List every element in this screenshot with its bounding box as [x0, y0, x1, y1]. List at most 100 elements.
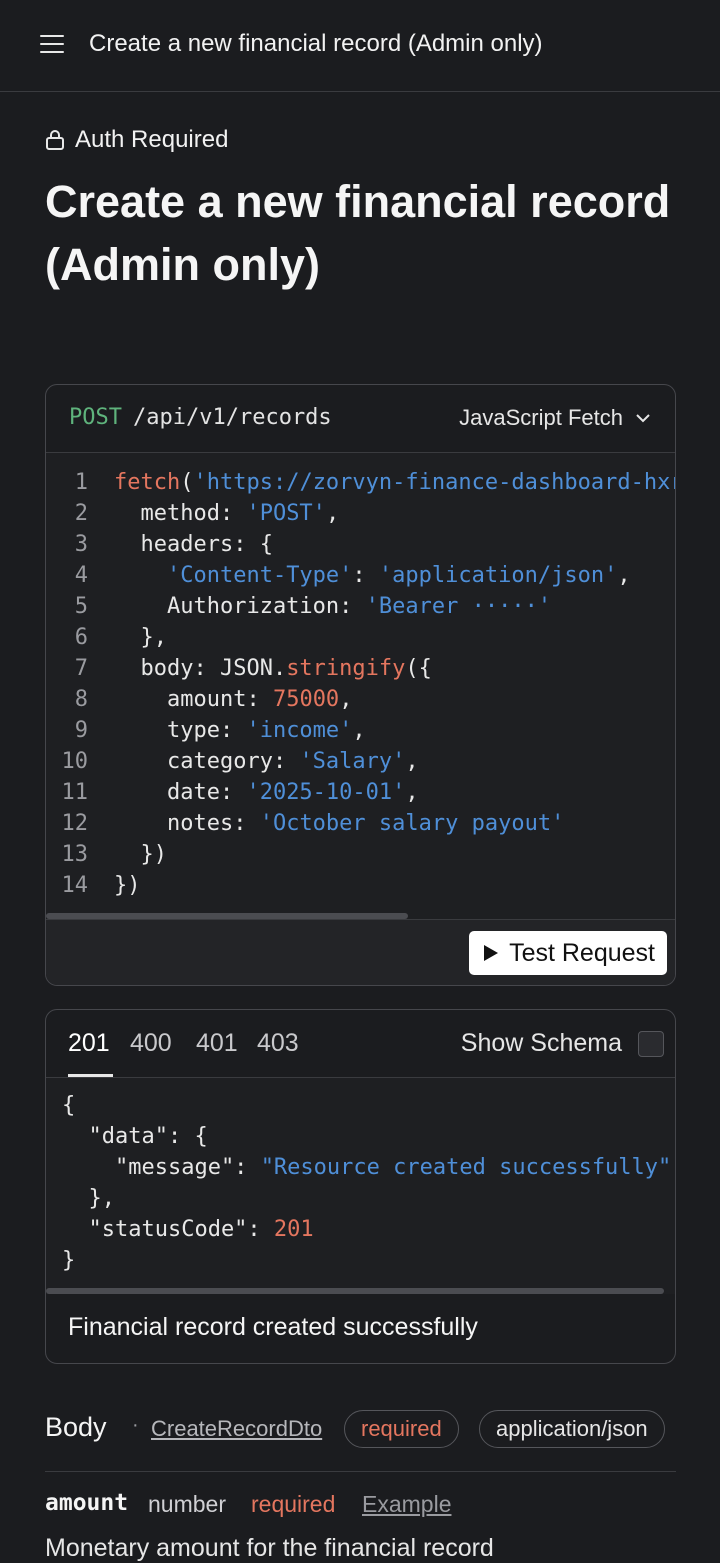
code-token: body: JSON. [114, 656, 287, 681]
code-token: , [405, 749, 419, 774]
json-token: } [62, 1248, 76, 1273]
body-section-title: Body [45, 1412, 107, 1442]
code-token: 'POST' [246, 501, 326, 526]
code-token: , [617, 563, 631, 588]
lock-icon [46, 130, 64, 150]
line-number: 1 [74, 470, 88, 495]
code-token: 'October salary payout' [259, 811, 565, 836]
code-token: }) [114, 842, 167, 867]
code-token: }, [114, 625, 167, 650]
required-badge: required [344, 1410, 459, 1448]
code-token: , [405, 780, 419, 805]
line-number: 3 [74, 532, 88, 557]
line-number: 10 [61, 749, 89, 774]
property-required: required [251, 1491, 336, 1517]
code-token: , [325, 501, 340, 526]
json-line: "data": { [62, 1121, 208, 1152]
auth-required-indicator: Auth Required [45, 126, 228, 154]
code-line: 11 date: '2025-10-01', [46, 777, 419, 808]
json-line: "statusCode": 201 [62, 1214, 314, 1245]
line-number: 14 [61, 873, 89, 898]
line-number: 9 [74, 718, 88, 743]
line-number: 4 [74, 563, 88, 588]
code-line: 13 }) [46, 839, 167, 870]
code-token: : [352, 563, 379, 588]
json-horizontal-scrollbar[interactable] [46, 1288, 664, 1294]
code-line: 6 }, [46, 622, 167, 653]
property-example-link[interactable]: Example [362, 1491, 451, 1518]
code-token: Authorization: [114, 594, 366, 619]
language-select[interactable]: JavaScript Fetch [459, 405, 651, 431]
tab-status-201[interactable]: 201 [68, 1029, 110, 1058]
code-line: 8 amount: 75000, [46, 684, 353, 715]
json-line: } [62, 1245, 75, 1276]
show-schema-label: Show Schema [460, 1029, 622, 1057]
play-icon [484, 945, 499, 961]
code-token: ( [180, 470, 194, 495]
code-token: method: [114, 501, 247, 526]
tab-status-403[interactable]: 403 [257, 1029, 299, 1058]
code-token: , [339, 687, 353, 712]
response-header: 201 400 401 403 Show Schema [46, 1010, 675, 1078]
json-token: "data": { [62, 1124, 208, 1149]
line-number: 2 [74, 501, 88, 526]
code-token: '2025-10-01' [246, 780, 406, 805]
line-number: 11 [61, 780, 89, 805]
property-type: number [148, 1491, 226, 1517]
code-token: 'Bearer ·····' [365, 594, 552, 619]
code-line: 12 notes: 'October salary payout' [46, 808, 565, 839]
active-tab-indicator [68, 1074, 113, 1077]
top-bar: Create a new financial record (Admin onl… [0, 0, 720, 92]
code-token: amount: [114, 687, 273, 712]
code-line: 4 'Content-Type': 'application/json', [46, 560, 631, 591]
tab-status-400[interactable]: 400 [130, 1029, 172, 1058]
code-token: }) [114, 873, 141, 898]
request-example-card: POST /api/v1/records JavaScript Fetch 14… [45, 384, 676, 986]
code-token: stringify [286, 656, 406, 681]
code-token: , [352, 718, 366, 743]
hamburger-menu-icon[interactable] [40, 35, 64, 55]
json-token: 201 [273, 1217, 314, 1242]
code-block: 14}) 13 }) 12 notes: 'October salary payou… [46, 453, 676, 919]
request-footer: Test Request [46, 919, 675, 985]
line-number: 7 [74, 656, 88, 681]
json-line: "message": "Resource created successfull… [62, 1152, 671, 1183]
code-token: headers: { [114, 532, 273, 557]
code-token: 'Salary' [299, 749, 406, 774]
test-request-button[interactable]: Test Request [469, 931, 667, 975]
json-token: }, [62, 1186, 115, 1211]
code-line: 5 Authorization: 'Bearer ·····' [46, 591, 551, 622]
language-select-value: JavaScript Fetch [459, 405, 623, 430]
top-bar-title: Create a new financial record (Admin onl… [89, 30, 543, 57]
show-schema-checkbox[interactable] [638, 1031, 664, 1057]
property-description: Monetary amount for the financial record [45, 1534, 494, 1562]
code-token: fetch [114, 470, 181, 495]
json-token: "Resource created successfully" [260, 1155, 672, 1180]
code-token: 'https://zorvyn-finance-dashboard-hxr [193, 470, 676, 495]
code-token: category: [114, 749, 300, 774]
code-line: 7 body: JSON.stringify({ [46, 653, 432, 684]
tab-status-401[interactable]: 401 [196, 1029, 238, 1058]
json-token: "message": [62, 1155, 261, 1180]
code-line: 14}) [46, 870, 141, 901]
response-json-block: } "statusCode": 201 }, "message": "Resou… [46, 1078, 675, 1294]
test-request-label: Test Request [509, 938, 655, 967]
code-token: 'application/json' [378, 563, 618, 588]
code-line: 2 method: 'POST', [46, 498, 339, 529]
response-example-card: 201 400 401 403 Show Schema } "statusCod… [45, 1009, 676, 1364]
code-line: 3 headers: { [46, 529, 273, 560]
code-line: 9 type: 'income', [46, 715, 366, 746]
http-method-badge: POST [69, 405, 122, 430]
section-divider [45, 1471, 676, 1472]
json-line: { [62, 1090, 75, 1121]
dto-link[interactable]: CreateRecordDto [151, 1416, 322, 1442]
json-line: }, [62, 1183, 115, 1214]
line-number: 8 [74, 687, 88, 712]
code-line: 1 fetch('https://zorvyn-finance-dashboard… [46, 467, 676, 498]
json-token: { [62, 1093, 76, 1118]
auth-required-label: Auth Required [75, 126, 229, 153]
request-header: POST /api/v1/records JavaScript Fetch [46, 385, 675, 453]
response-description: Financial record created successfully [68, 1313, 478, 1341]
separator-dot: · [132, 1414, 139, 1436]
